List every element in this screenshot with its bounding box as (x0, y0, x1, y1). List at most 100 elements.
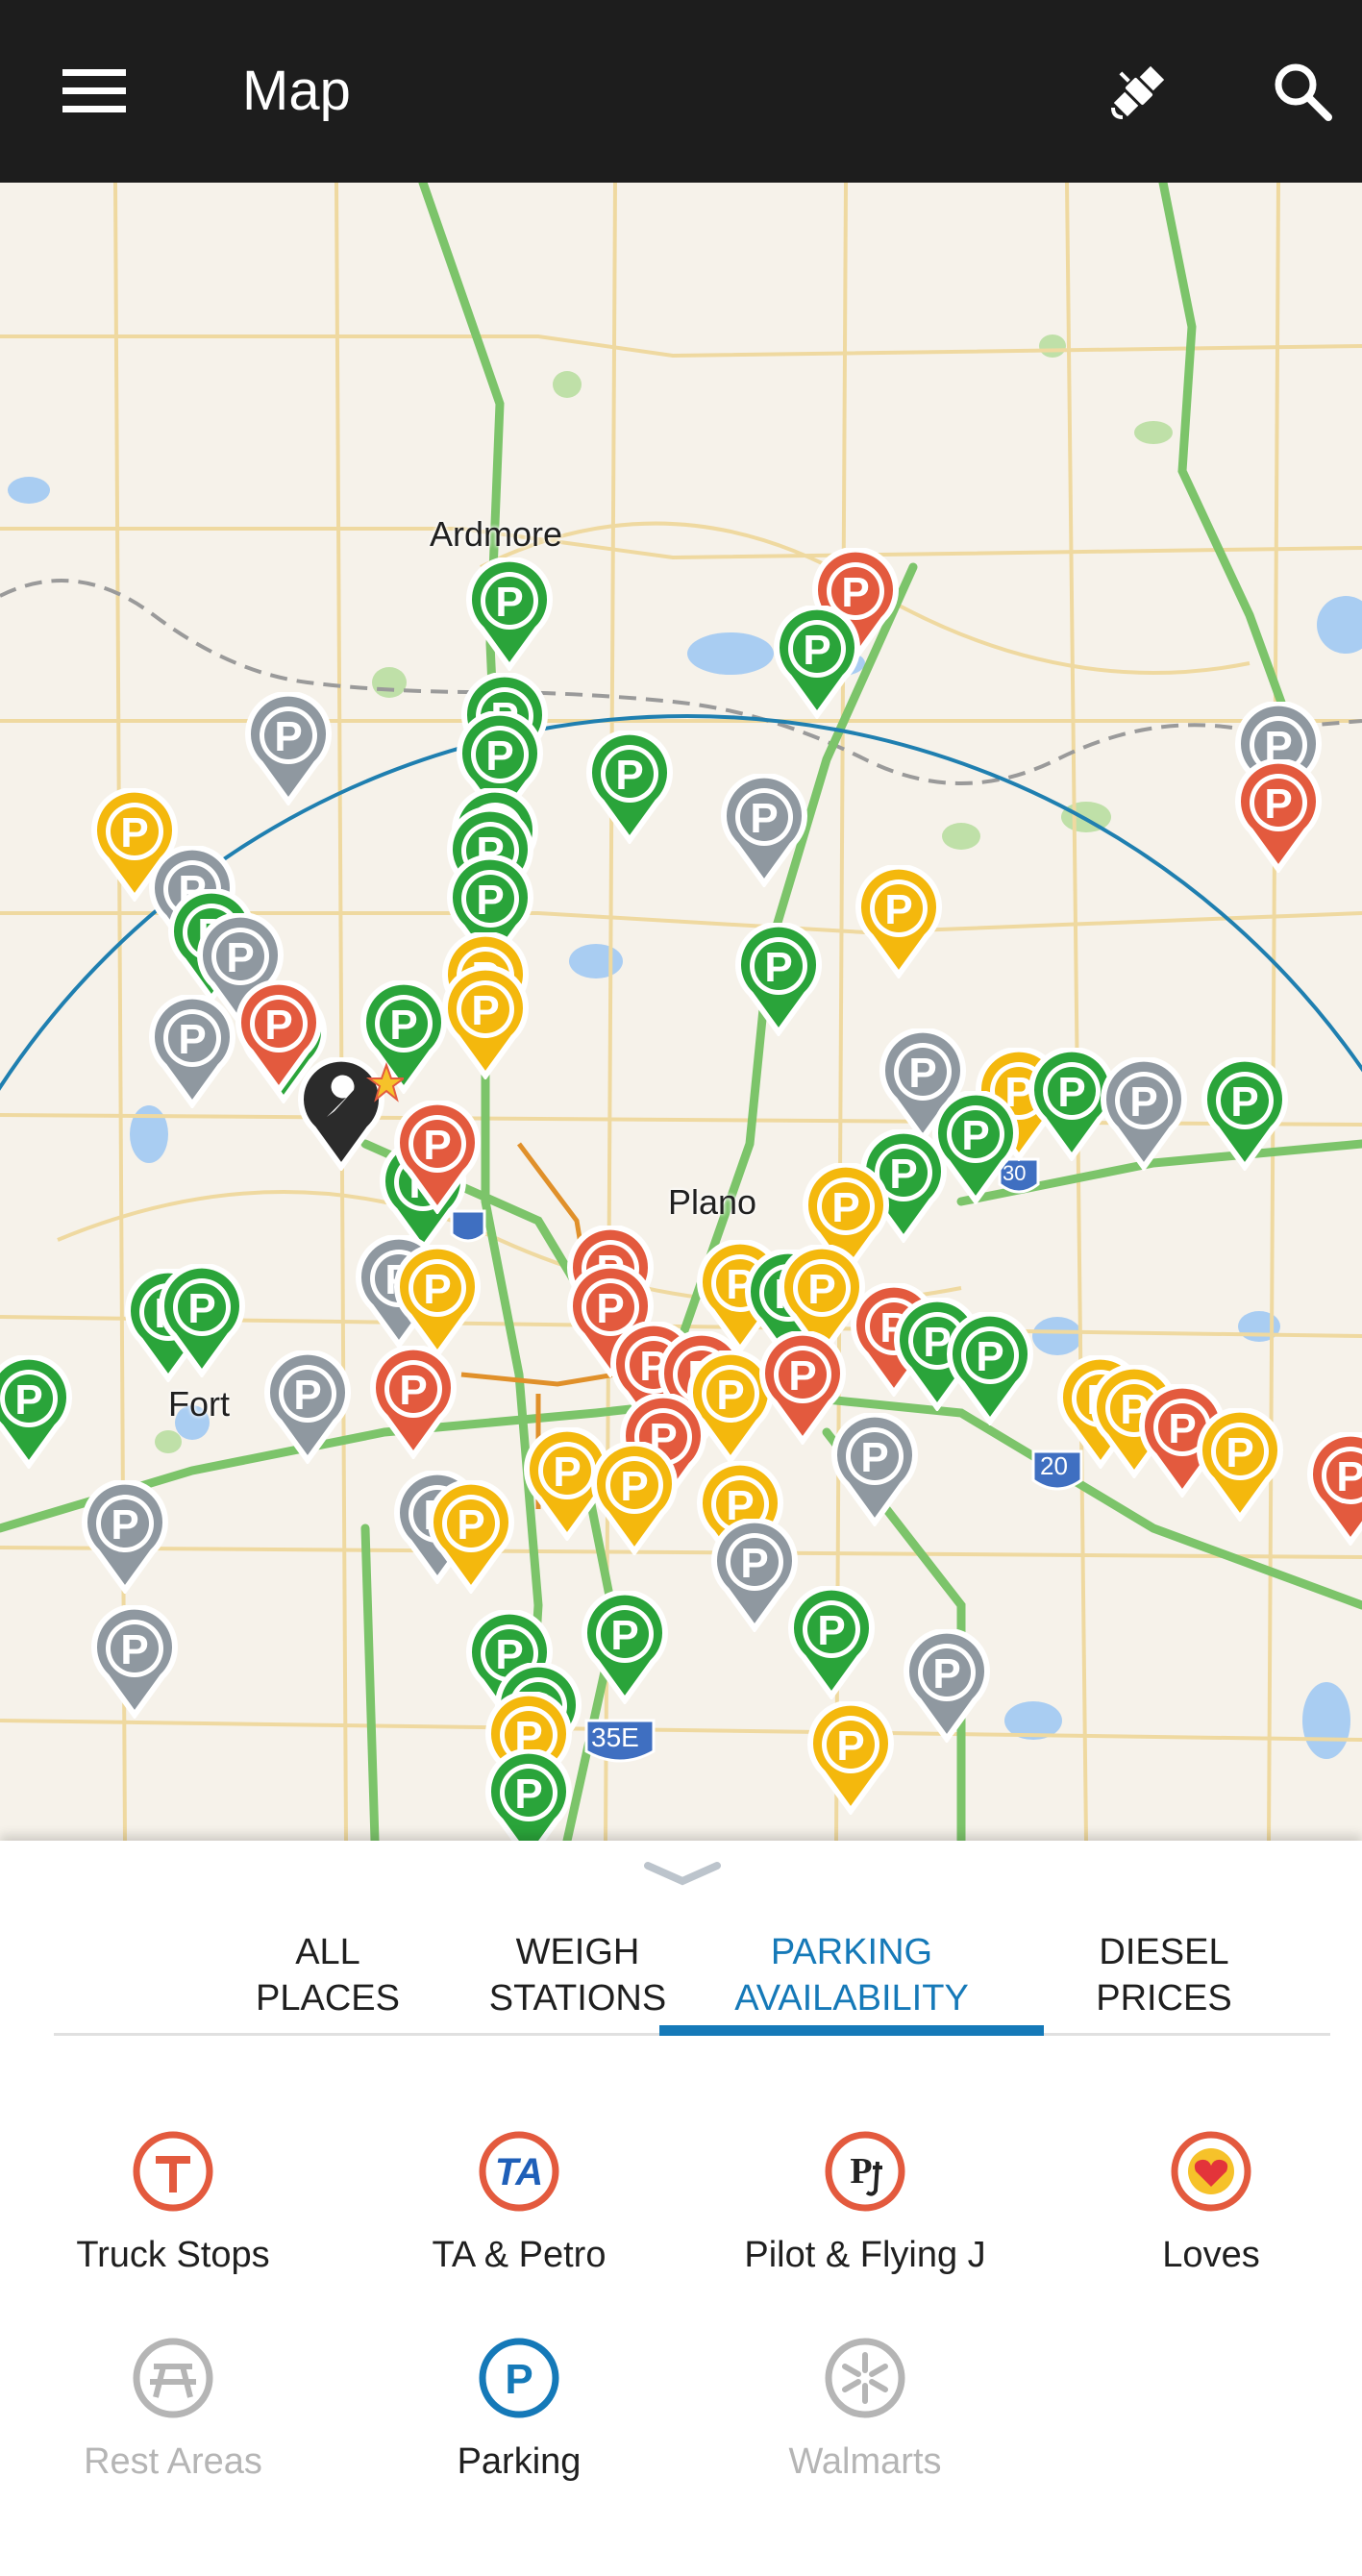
svg-text:P: P (932, 1650, 960, 1697)
svg-text:TA: TA (495, 2151, 543, 2193)
parking-pin-gray[interactable]: P (149, 993, 235, 1110)
parking-pin-green[interactable]: P (586, 729, 673, 846)
parking-pin-green[interactable]: P (466, 556, 553, 673)
map-pin-icon: P (1307, 1430, 1362, 1548)
map-pin-icon: P (855, 863, 942, 980)
filter-label: Truck Stops (76, 2235, 270, 2275)
filter-parking[interactable]: P Parking (346, 2336, 692, 2499)
collapse-chevron-icon[interactable] (644, 1860, 721, 1889)
svg-text:P: P (505, 2356, 532, 2403)
map-pin-icon: P (149, 993, 235, 1110)
parking-pin-gray[interactable]: P (904, 1627, 990, 1745)
places-bottom-sheet: ALL PLACES WEIGH STATIONS PARKING AVAILA… (0, 1841, 1362, 2576)
parking-pin-red[interactable]: P (1307, 1430, 1362, 1548)
svg-text:P: P (1230, 1078, 1258, 1126)
svg-text:P: P (889, 1151, 917, 1198)
parking-pin-green[interactable]: P (788, 1584, 875, 1701)
filter-label: TA & Petro (432, 2235, 607, 2275)
map-pin-icon: P (831, 1411, 918, 1528)
parking-pin-yellow[interactable]: P (591, 1440, 678, 1557)
map-pin-icon: P (466, 556, 553, 673)
svg-text:P: P (817, 1607, 845, 1654)
filter-ta-petro[interactable]: TA TA & Petro (346, 2129, 692, 2292)
parking-pin-gray[interactable]: P (264, 1349, 351, 1466)
parking-pin-green[interactable]: P (735, 921, 822, 1038)
parking-pin-gray[interactable]: P (245, 690, 332, 807)
tab-parking-availability[interactable]: PARKING AVAILABILITY (688, 1918, 1015, 2033)
map-label-plano: Plano (668, 1182, 757, 1222)
map-view[interactable]: Ardmore Plano Fort 30 20 35E PPPPPPPPPPP… (0, 183, 1362, 1841)
svg-text:P: P (1336, 1453, 1362, 1500)
parking-pin-yellow[interactable]: P (807, 1699, 894, 1817)
map-pin-icon: P (1101, 1055, 1187, 1173)
filter-loves[interactable]: Loves (1038, 2129, 1362, 2292)
svg-text:P: P (476, 877, 504, 924)
svg-text:P: P (1168, 1405, 1196, 1452)
svg-text:P: P (740, 1540, 768, 1587)
parking-pin-yellow[interactable]: P (442, 964, 529, 1081)
category-tabs: ALL PLACES WEIGH STATIONS PARKING AVAILA… (54, 1918, 1330, 2036)
svg-text:P: P (976, 1333, 1003, 1380)
parking-pin-yellow[interactable]: P (855, 863, 942, 980)
hamburger-menu-icon[interactable] (48, 53, 140, 130)
svg-text:P: P (293, 1372, 321, 1419)
parking-pin-gray[interactable]: P (91, 1603, 178, 1721)
parking-pin-green[interactable]: P (774, 604, 860, 721)
parking-pin-green[interactable]: P (0, 1353, 72, 1471)
parking-pin-red[interactable]: P (1235, 757, 1322, 875)
map-pin-icon: P (788, 1584, 875, 1701)
map-pin-icon: P (159, 1262, 245, 1379)
parking-pin-gray[interactable]: P (721, 772, 807, 889)
wrench-service-pin[interactable] (298, 1055, 408, 1173)
filter-truck-stops[interactable]: Truck Stops (0, 2129, 346, 2292)
parking-pin-yellow[interactable]: P (1197, 1406, 1283, 1523)
parking-pin-green[interactable]: P (1201, 1055, 1288, 1173)
parking-pin-yellow[interactable]: P (428, 1478, 514, 1596)
filter-pilot-flying-j[interactable]: P Pilot & Flying J (692, 2129, 1038, 2292)
svg-text:P: P (1226, 1429, 1253, 1476)
filter-label: Walmarts (788, 2441, 942, 2482)
loves-heart-icon (1171, 2131, 1251, 2212)
filter-label: Loves (1162, 2235, 1260, 2275)
map-pin-icon: P (807, 1699, 894, 1817)
svg-text:P: P (264, 1002, 292, 1049)
svg-text:P: P (803, 627, 830, 674)
parking-pin-green[interactable]: P (485, 1747, 572, 1841)
tab-weigh-stations[interactable]: WEIGH STATIONS (438, 1918, 717, 2033)
filter-rest-areas[interactable]: Rest Areas (0, 2336, 346, 2499)
tab-diesel-prices[interactable]: DIESEL PRICES (1005, 1918, 1323, 2033)
parking-pin-gray[interactable]: P (82, 1478, 168, 1596)
map-label-fort: Fort (168, 1384, 231, 1424)
map-pin-icon: P (264, 1349, 351, 1466)
parking-pin-gray[interactable]: P (711, 1517, 798, 1634)
parking-pin-red[interactable]: P (370, 1344, 457, 1461)
parking-pin-red[interactable]: P (394, 1099, 481, 1216)
svg-text:P: P (14, 1376, 42, 1424)
map-pin-icon: P (82, 1478, 168, 1596)
svg-text:P: P (884, 886, 912, 933)
app-bar: Map (0, 0, 1362, 183)
svg-text:P: P (836, 1722, 864, 1770)
filter-walmarts[interactable]: Walmarts (692, 2336, 1038, 2499)
map-pin-icon: P (591, 1440, 678, 1557)
parking-pin-gray[interactable]: P (1101, 1055, 1187, 1173)
svg-text:P: P (178, 1016, 206, 1063)
pilot-flying-j-icon: P (825, 2131, 905, 2212)
svg-text:P: P (457, 1501, 484, 1548)
map-label-ardmore: Ardmore (430, 514, 563, 554)
parking-pin-green[interactable]: P (582, 1589, 668, 1706)
map-pin-icon: P (904, 1627, 990, 1745)
search-icon[interactable] (1259, 48, 1346, 135)
parking-pin-gray[interactable]: P (831, 1411, 918, 1528)
map-pin-icon: P (721, 772, 807, 889)
satellite-icon[interactable] (1096, 48, 1182, 135)
map-pin-icon: P (428, 1478, 514, 1596)
filter-label: Parking (457, 2441, 582, 2482)
tab-all-places[interactable]: ALL PLACES (188, 1918, 467, 2033)
svg-text:P: P (423, 1266, 451, 1313)
svg-text:P: P (389, 1002, 417, 1049)
svg-text:P: P (620, 1463, 648, 1510)
parking-pin-green[interactable]: P (159, 1262, 245, 1379)
parking-pin-yellow[interactable]: P (394, 1243, 481, 1360)
parking-pin-green[interactable]: P (947, 1310, 1033, 1427)
